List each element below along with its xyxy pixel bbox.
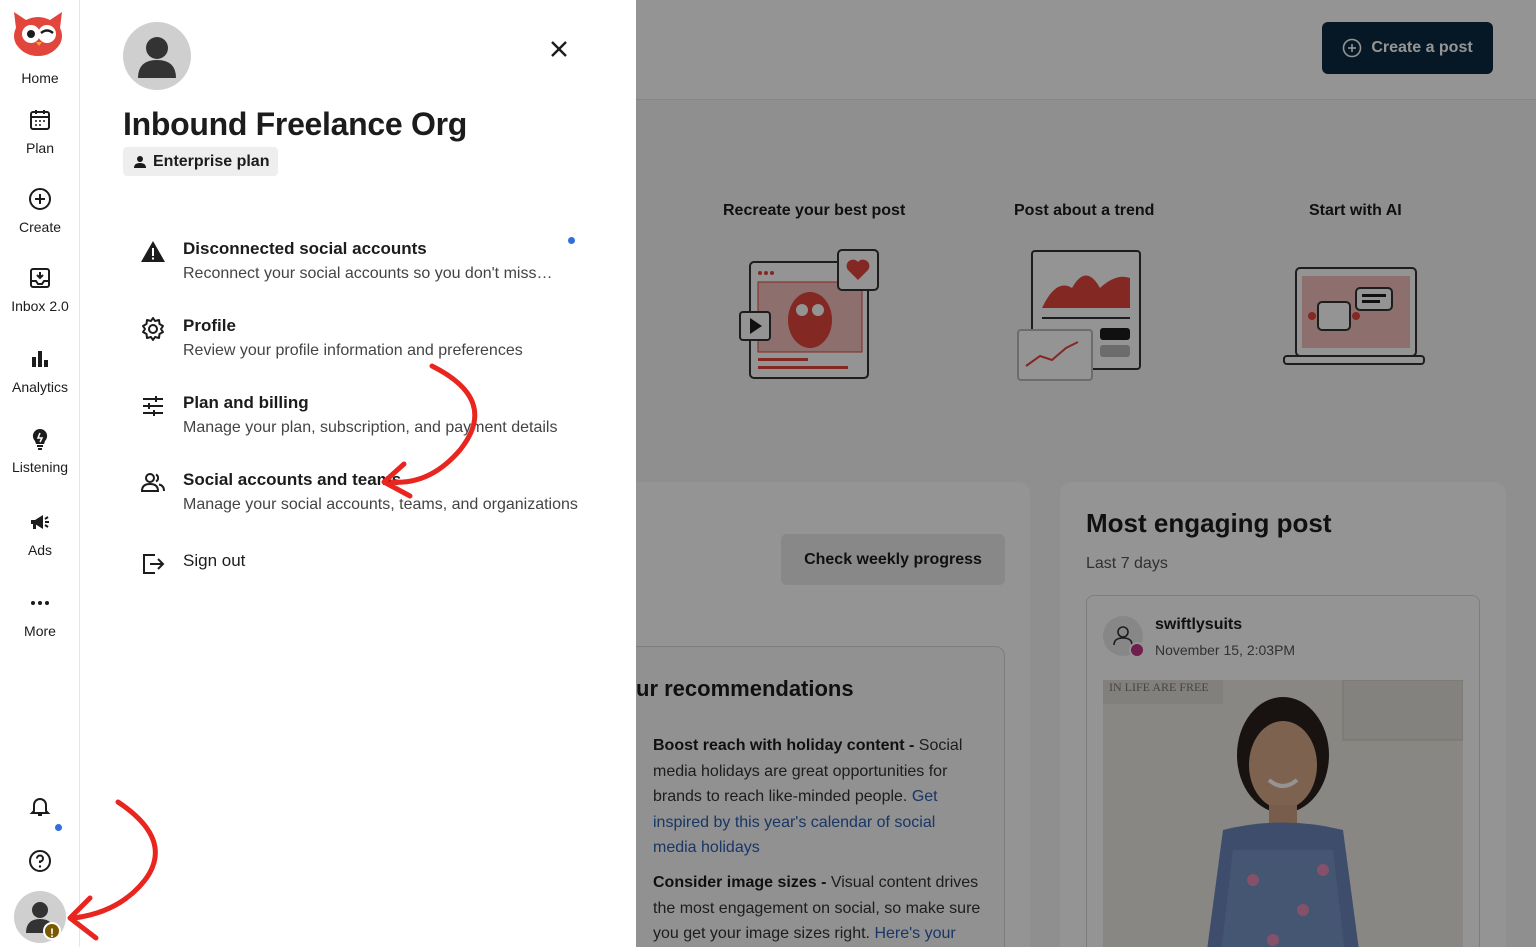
plan-label: Enterprise plan <box>153 152 270 170</box>
recommendations-title: ur recommendations <box>636 676 854 701</box>
card-title-ai[interactable]: Start with AI <box>1309 202 1402 220</box>
ai-illustration <box>1283 267 1425 365</box>
menu-item-title: Social accounts and teams <box>183 470 402 489</box>
engaging-post-title: Most engaging post <box>1086 508 1332 538</box>
rail-item-label: Listening <box>11 459 69 475</box>
menu-item-title: Profile <box>183 316 236 335</box>
rail-item-more[interactable]: More <box>0 591 80 639</box>
notification-dot <box>55 824 62 831</box>
account-drawer: Inbound Freelance Org Enterprise plan Di… <box>80 0 636 947</box>
megaphone-icon <box>31 515 49 529</box>
warning-icon <box>141 241 165 262</box>
card-title-trend[interactable]: Post about a trend <box>1014 202 1154 220</box>
rail-item-label: Home <box>21 70 59 86</box>
rail-item-home[interactable]: Home <box>0 70 80 86</box>
lightbulb-icon <box>32 428 48 450</box>
org-avatar <box>123 22 191 90</box>
recommendation-image-sizes: Consider image sizes - Visual content dr… <box>653 870 983 947</box>
rail-item-label: Plan <box>25 140 55 156</box>
calendar-icon <box>30 110 50 130</box>
menu-item-desc: Manage your plan, subscription, and paym… <box>183 419 558 436</box>
menu-item-desc: Review your profile information and pref… <box>183 342 523 359</box>
background-dashboard: Create a post Recreate your best post Po… <box>636 0 1536 947</box>
help-button[interactable] <box>0 849 80 873</box>
instagram-icon <box>1129 642 1145 658</box>
rail-item-plan[interactable]: Plan <box>0 108 80 156</box>
menu-item-title: Plan and billing <box>183 393 309 412</box>
rail-item-label: Ads <box>27 542 53 558</box>
rail-item-analytics[interactable]: Analytics <box>0 347 80 395</box>
rec-link[interactable]: Here's your <box>874 925 955 942</box>
post-image: IN LIFE ARE FREE <box>1103 680 1463 947</box>
rail-item-label: More <box>24 623 56 639</box>
post-username: swiftlysuits <box>1155 616 1243 633</box>
recreate-post-illustration <box>739 249 879 379</box>
people-icon <box>140 473 165 492</box>
ellipsis-icon <box>31 601 49 605</box>
check-weekly-label: Check weekly progress <box>804 550 982 568</box>
create-post-label: Create a post <box>1371 39 1473 56</box>
rail-item-label: Create <box>18 219 62 235</box>
menu-item-desc: Reconnect your social accounts so you do… <box>183 265 553 282</box>
menu-item-title: Disconnected social accounts <box>183 239 427 258</box>
bar-chart-icon <box>32 351 48 367</box>
left-nav-rail: Home Plan Create Inbox 2.0 Analytics Lis… <box>0 0 80 947</box>
trend-illustration <box>1017 250 1141 381</box>
menu-item-title: Sign out <box>183 551 246 570</box>
rail-item-ads[interactable]: Ads <box>0 510 80 558</box>
post-date: November 15, 2:03PM <box>1155 642 1296 658</box>
warning-badge-icon: ! <box>43 922 61 940</box>
check-weekly-progress-button[interactable]: Check weekly progress <box>781 534 1005 585</box>
post-card[interactable]: swiftlysuits November 15, 2:03PM IN LIFE… <box>1086 595 1480 947</box>
close-button[interactable] <box>546 36 572 62</box>
menu-item-disconnected-accounts[interactable]: Disconnected social accounts Reconnect y… <box>140 237 580 287</box>
menu-item-desc: Manage your social accounts, teams, and … <box>183 496 578 513</box>
rail-item-listening[interactable]: Listening <box>0 427 80 475</box>
menu-item-social-accounts-teams[interactable]: Social accounts and teams Manage your so… <box>140 470 580 518</box>
rail-item-label: Inbox 2.0 <box>11 298 69 314</box>
plan-badge: Enterprise plan <box>123 147 279 176</box>
person-icon <box>134 155 146 168</box>
notifications-button[interactable] <box>0 794 80 818</box>
create-post-button[interactable]: Create a post <box>1322 22 1493 74</box>
plus-circle-icon <box>1343 38 1362 58</box>
org-name: Inbound Freelance Org <box>123 106 467 142</box>
unread-dot <box>568 237 575 244</box>
menu-item-plan-billing[interactable]: Plan and billing Manage your plan, subsc… <box>140 393 580 441</box>
rail-item-inbox[interactable]: Inbox 2.0 <box>0 266 80 314</box>
sliders-icon <box>143 396 163 416</box>
owl-logo-icon[interactable] <box>10 6 66 58</box>
inbox-icon <box>30 268 50 288</box>
rec-bold: Boost reach with holiday content - <box>653 737 915 754</box>
gear-icon <box>142 317 164 341</box>
menu-item-sign-out[interactable]: Sign out <box>140 551 580 577</box>
close-icon <box>551 41 567 57</box>
help-icon <box>29 850 51 872</box>
menu-item-profile[interactable]: Profile Review your profile information … <box>140 316 580 364</box>
plus-circle-icon <box>29 188 51 210</box>
rail-item-create[interactable]: Create <box>0 187 80 235</box>
sign-out-icon <box>143 554 165 574</box>
rail-item-label: Analytics <box>11 379 69 395</box>
bell-icon <box>29 798 51 816</box>
profile-avatar-button[interactable]: ! <box>0 891 80 943</box>
engaging-post-period: Last 7 days <box>1086 555 1168 572</box>
post-image-sign: IN LIFE ARE FREE <box>1109 680 1209 694</box>
card-title-recreate[interactable]: Recreate your best post <box>723 202 905 220</box>
post-author-avatar <box>1103 616 1145 658</box>
recommendation-holiday: Boost reach with holiday content - Socia… <box>653 733 983 861</box>
rec-bold: Consider image sizes - <box>653 874 827 891</box>
